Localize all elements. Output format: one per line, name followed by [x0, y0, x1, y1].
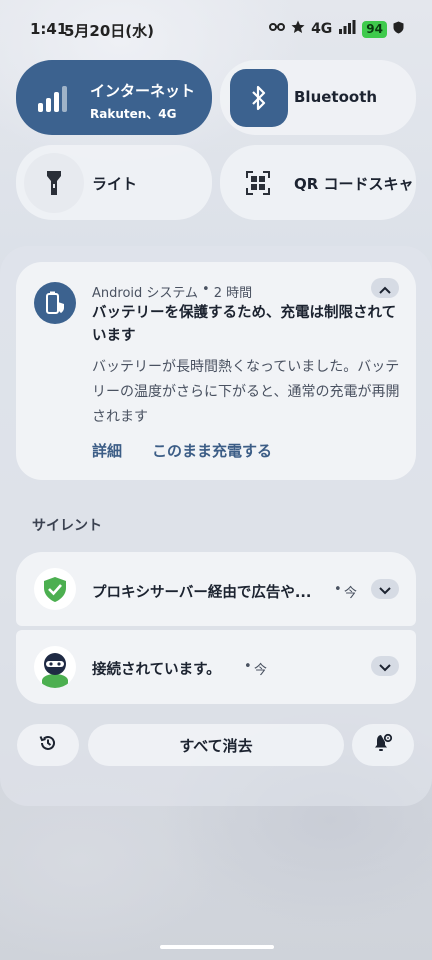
bell-settings-icon [373, 733, 393, 757]
tile-bluetooth[interactable]: Bluetooth [220, 60, 416, 135]
signal-bars-icon [38, 86, 72, 116]
notification-header: Android システム • 2 時間 [92, 282, 252, 301]
tile-qr-scanner[interactable]: QR コードスキャ [220, 145, 416, 220]
tile-flashlight-label: ライト [92, 175, 138, 193]
star-icon [291, 20, 305, 38]
notification-vpn-text: 接続されています。 [92, 662, 221, 678]
tile-bluetooth-label: Bluetooth [294, 88, 378, 106]
expand-button[interactable] [371, 656, 399, 676]
network-type: 4G [311, 21, 333, 37]
status-time: 1:41 [30, 20, 68, 38]
silent-section-header: サイレント [32, 518, 102, 534]
qr-code-icon [246, 171, 270, 199]
tile-internet-sublabel: Rakuten、4G [90, 107, 177, 121]
notification-adblock[interactable]: プロキシサーバー経由で広告や... • 今 [16, 552, 416, 626]
status-bar: 1:41 5月20日(水) 4G 94 [0, 0, 432, 58]
battery-level: 94 [362, 20, 387, 38]
history-icon [39, 734, 57, 756]
home-gesture-bar[interactable] [160, 945, 274, 949]
notification-battery-protect[interactable]: Android システム • 2 時間 バッテリーを保護するため、充電は制限され… [16, 262, 416, 480]
notification-history-button[interactable] [17, 724, 79, 766]
shield-icon [393, 21, 404, 38]
notification-vpn-time: 今 [254, 663, 268, 678]
separator-dot: • [334, 582, 342, 597]
tile-internet-label: インターネット [90, 82, 196, 100]
tile-flashlight[interactable]: ライト [16, 145, 212, 220]
notification-body: バッテリーが長時間熱くなっていました。バッテリーの温度がさらに下がると、通常の充… [92, 359, 400, 425]
notification-title: バッテリーを保護するため、充電は制限されています [92, 305, 397, 344]
battery-shield-icon [34, 282, 76, 324]
separator-dot: • [244, 659, 252, 674]
keep-charging-button[interactable]: このまま充電する [152, 440, 272, 461]
expand-button[interactable] [371, 579, 399, 599]
tile-internet[interactable]: インターネット Rakuten、4G [16, 60, 212, 135]
adguard-shield-icon [34, 568, 76, 610]
signal-icon [338, 20, 356, 38]
notification-vpn[interactable]: 接続されています。 • 今 [16, 630, 416, 704]
ninja-avatar-icon [34, 646, 76, 688]
chevron-down-icon [379, 657, 391, 676]
notification-time: 2 時間 [213, 286, 253, 301]
clear-all-button[interactable]: すべて消去 [88, 724, 344, 766]
chevron-up-icon [379, 279, 391, 298]
notification-app-name: Android システム [92, 286, 199, 301]
details-button[interactable]: 詳細 [92, 440, 122, 461]
notification-settings-button[interactable] [352, 724, 414, 766]
vpn-key-icon [269, 21, 286, 37]
tile-qr-label: QR コードスキャ [294, 175, 414, 193]
clear-all-label: すべて消去 [179, 736, 253, 755]
separator-dot: • [202, 282, 210, 297]
chevron-down-icon [379, 580, 391, 599]
status-date: 5月20日(水) [64, 22, 155, 40]
status-icons: 4G 94 [269, 20, 404, 38]
bluetooth-icon [230, 69, 288, 127]
collapse-button[interactable] [371, 278, 399, 298]
flashlight-icon [24, 153, 84, 213]
notification-adblock-time: 今 [344, 586, 358, 601]
notification-adblock-text: プロキシサーバー経由で広告や... [92, 585, 312, 601]
